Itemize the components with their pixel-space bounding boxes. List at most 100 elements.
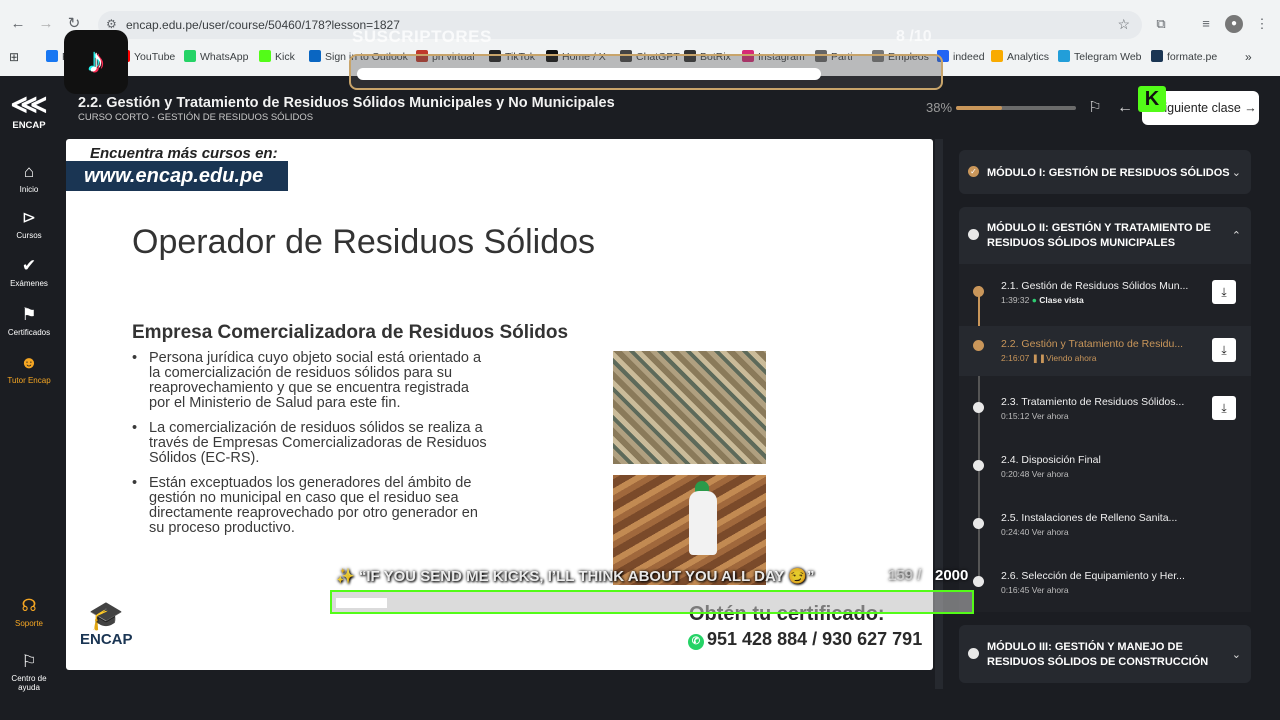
lesson-title: 2.6. Selección de Equipamiento y Her... bbox=[1001, 570, 1185, 582]
subscriber-goal-bar bbox=[349, 54, 943, 90]
forward-icon[interactable]: → bbox=[36, 14, 56, 34]
module-1[interactable]: ✓ MÓDULO I: GESTIÓN DE RESIDUOS SÓLIDOS … bbox=[959, 150, 1251, 194]
download-icon[interactable]: ⤓ bbox=[1212, 396, 1236, 420]
sidebar-item-soporte[interactable]: ☊ Soporte bbox=[0, 596, 58, 628]
tiktok-icon: ♪ bbox=[64, 30, 128, 94]
module-title: MÓDULO II: GESTIÓN Y TRATAMIENTO DE RESI… bbox=[987, 222, 1211, 249]
lesson-title: 2.4. Disposición Final bbox=[1001, 454, 1101, 466]
phone-numbers: 951 428 884 / 930 627 791 bbox=[707, 629, 923, 649]
lesson-item[interactable]: 2.3. Tratamiento de Residuos Sólidos... … bbox=[959, 392, 1251, 442]
banner-tagline: Encuentra más cursos en: bbox=[90, 145, 278, 162]
sidebar-item-label: Inicio bbox=[19, 185, 39, 194]
bookmark-favicon-icon bbox=[1151, 50, 1163, 62]
apps-icon[interactable]: ⊞ bbox=[9, 50, 19, 64]
certificate-phone: ✆ 951 428 884 / 930 627 791 bbox=[688, 629, 922, 650]
media-icon[interactable]: ≡ bbox=[1197, 15, 1215, 33]
lesson-status: Ver ahora bbox=[1031, 469, 1069, 479]
slide-logo-text: ENCAP bbox=[80, 631, 133, 648]
robot-icon: ☻ bbox=[20, 353, 38, 372]
subscriber-goal-label: SUSCRIPTORES bbox=[352, 27, 492, 46]
lesson-item[interactable]: 2.6. Selección de Equipamiento y Her... … bbox=[959, 566, 1251, 616]
sidebar-item-cursos[interactable]: ⊳ Cursos bbox=[0, 208, 58, 240]
play-icon: ⊳ bbox=[21, 208, 37, 227]
subscriber-goal-count: 8 /10 bbox=[896, 28, 932, 45]
lesson-dot bbox=[973, 402, 984, 413]
kick-logo: K bbox=[1138, 86, 1166, 112]
bookmark-item[interactable]: indeed bbox=[937, 50, 985, 63]
lesson-duration: 0:15:12 bbox=[1001, 411, 1030, 421]
lesson-status: Ver ahora bbox=[1031, 411, 1069, 421]
progress-bar bbox=[956, 106, 1076, 110]
lesson-item[interactable]: 2.4. Disposición Final 0:20:48 Ver ahora bbox=[959, 450, 1251, 500]
site-info-icon[interactable]: ⚙ bbox=[106, 17, 117, 31]
flag-icon[interactable]: ⚐ bbox=[1082, 95, 1108, 121]
lesson-item-active[interactable]: 2.2. Gestión y Tratamiento de Residu... … bbox=[959, 326, 1251, 376]
bookmark-favicon-icon bbox=[991, 50, 1003, 62]
download-icon[interactable]: ⤓ bbox=[1212, 338, 1236, 362]
lesson-status: Ver ahora bbox=[1031, 527, 1069, 537]
home-icon: ⌂ bbox=[23, 162, 35, 181]
pause-icon: ❚❚ bbox=[1031, 353, 1046, 363]
kick-goal-current: 159 / bbox=[888, 567, 922, 584]
sidebar-item-inicio[interactable]: ⌂ Inicio bbox=[0, 162, 58, 194]
menu-icon[interactable]: ⋮ bbox=[1253, 15, 1271, 33]
bookmark-item[interactable]: Analytics bbox=[991, 50, 1049, 63]
chevron-down-icon[interactable]: ⌄ bbox=[1232, 166, 1241, 179]
kick-goal-message: ✨ “IF YOU SEND ME KICKS, I’LL THINK ABOU… bbox=[336, 568, 815, 585]
lesson-dot bbox=[973, 340, 984, 351]
encap-logo[interactable]: ⋘ ENCAP bbox=[10, 90, 48, 131]
sidebar-item-tutor[interactable]: ☻ Tutor Encap bbox=[0, 353, 58, 385]
bullet-item: La comercialización de residuos sólidos … bbox=[132, 421, 492, 466]
lesson-duration: 0:24:40 bbox=[1001, 527, 1030, 537]
bookmark-favicon-icon bbox=[309, 50, 321, 62]
lesson-item[interactable]: 2.1. Gestión de Residuos Sólidos Mun... … bbox=[959, 276, 1251, 326]
flag-icon: ⚐ bbox=[21, 652, 37, 671]
module-2[interactable]: MÓDULO II: GESTIÓN Y TRATAMIENTO DE RESI… bbox=[959, 207, 1251, 265]
profile-avatar[interactable]: ● bbox=[1225, 15, 1243, 33]
previous-lesson-button[interactable]: ← bbox=[1112, 95, 1138, 121]
extensions-icon[interactable]: ⧉ bbox=[1152, 15, 1170, 33]
bookmark-label: indeed bbox=[953, 51, 985, 63]
slide-logo: 🎓 ENCAP bbox=[80, 601, 133, 649]
lesson-meta: 2:16:07 ❚❚Viendo ahora bbox=[1001, 353, 1096, 364]
logo-text: ENCAP bbox=[12, 120, 46, 131]
bookmark-item[interactable]: WhatsApp bbox=[184, 50, 248, 63]
lesson-meta: 0:15:12 Ver ahora bbox=[1001, 411, 1069, 421]
headset-icon: ☊ bbox=[21, 596, 37, 615]
lesson-status: Ver ahora bbox=[1031, 585, 1069, 595]
bookmark-label: YouTube bbox=[134, 51, 176, 63]
whatsapp-icon: ✆ bbox=[688, 634, 704, 650]
worker-suit bbox=[689, 491, 717, 555]
star-icon[interactable]: ☆ bbox=[1117, 16, 1130, 33]
sidebar-item-certificados[interactable]: ⚑ Certificados bbox=[0, 305, 58, 337]
check-icon: ✔ bbox=[21, 256, 37, 275]
sidebar-item-centro-ayuda[interactable]: ⚐ Centro de ayuda bbox=[0, 652, 58, 692]
back-icon[interactable]: ← bbox=[8, 14, 28, 34]
lesson-title: 2.5. Instalaciones de Relleno Sanita... bbox=[1001, 512, 1178, 524]
kick-goal-fill bbox=[336, 598, 387, 608]
module-3[interactable]: MÓDULO III: GESTIÓN Y MANEJO DE RESIDUOS… bbox=[959, 625, 1251, 683]
chevron-down-icon[interactable]: ⌄ bbox=[1232, 648, 1241, 661]
more-bookmarks-icon[interactable]: » bbox=[1245, 50, 1252, 64]
lesson-duration: 1:39:32 bbox=[1001, 295, 1030, 305]
lesson-status: Viendo ahora bbox=[1046, 353, 1097, 363]
bullet-item: Están exceptuados los generadores del ám… bbox=[132, 476, 492, 536]
lesson-dot bbox=[973, 286, 984, 297]
lesson-meta: 0:24:40 Ver ahora bbox=[1001, 527, 1069, 537]
bookmark-item[interactable]: Telegram Web bbox=[1058, 50, 1142, 63]
progress-percent: 38% bbox=[926, 100, 953, 115]
lesson-duration: 2:16:07 bbox=[1001, 353, 1030, 363]
encap-logo-mark: ⋘ bbox=[10, 89, 48, 119]
lesson-dot bbox=[973, 576, 984, 587]
address-bar[interactable]: ⚙ encap.edu.pe/user/course/50460/178?les… bbox=[98, 11, 1142, 39]
module-status-dot bbox=[968, 229, 979, 240]
bullet-item: Persona jurídica cuyo objeto social está… bbox=[132, 351, 492, 411]
bookmark-item[interactable]: formate.pe bbox=[1151, 50, 1217, 63]
sidebar-item-label: Centro de ayuda bbox=[11, 674, 47, 692]
check-circle-icon: ● bbox=[1031, 295, 1037, 305]
download-icon[interactable]: ⤓ bbox=[1212, 280, 1236, 304]
sidebar-item-examenes[interactable]: ✔ Exámenes bbox=[0, 256, 58, 288]
lesson-item[interactable]: 2.5. Instalaciones de Relleno Sanita... … bbox=[959, 508, 1251, 558]
chevron-up-icon[interactable]: ⌃ bbox=[1232, 229, 1241, 242]
bookmark-item[interactable]: Kick bbox=[259, 50, 295, 63]
